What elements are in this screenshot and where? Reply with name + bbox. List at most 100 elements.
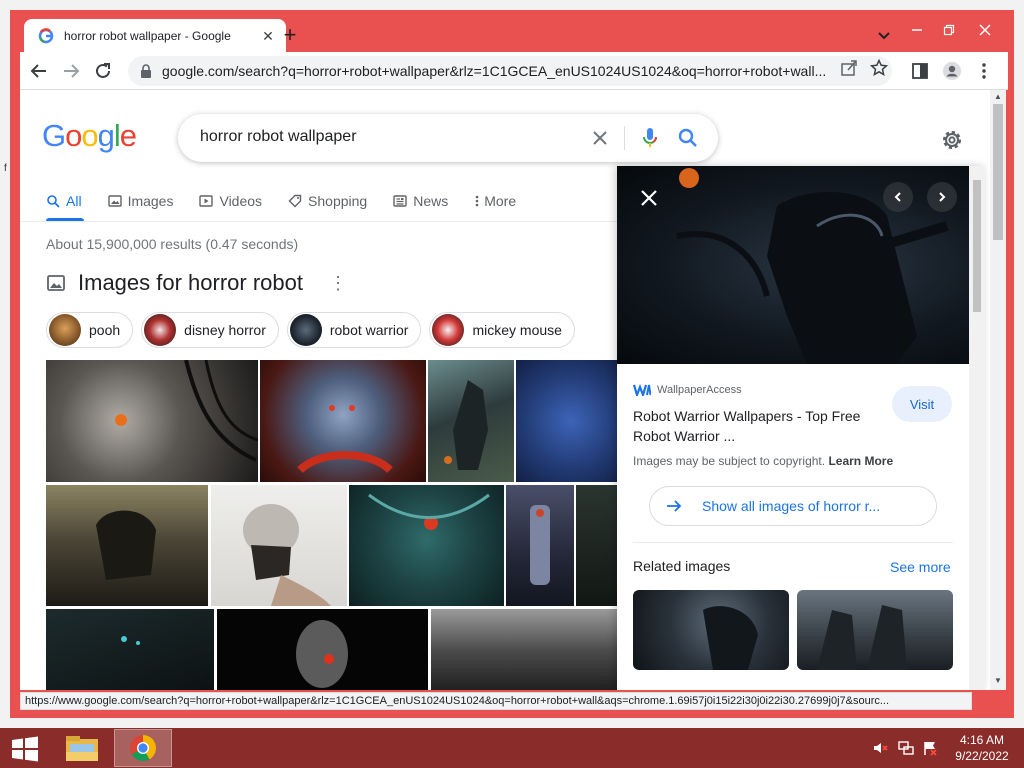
chip-disney-horror[interactable]: disney horror [141,312,279,348]
minimize-button[interactable] [902,18,932,42]
search-input[interactable]: horror robot wallpaper [200,128,357,146]
taskbar-clock[interactable]: 4:16 AM 9/22/2022 [948,732,1016,764]
tab-close-icon[interactable]: ✕ [260,28,276,45]
maximize-button[interactable] [934,18,964,42]
desktop-edge-glyph: f [4,163,7,174]
action-center-flag-icon[interactable] [922,740,938,756]
tab-images[interactable]: Images [107,190,174,212]
more-vert-icon[interactable] [974,61,994,81]
armored-robot-thumb [530,505,550,585]
tab-label: Shopping [308,193,368,209]
image-result[interactable] [217,609,428,690]
network-icon[interactable] [898,740,914,756]
related-image[interactable] [797,590,953,670]
tab-label: More [484,193,517,209]
next-image-button[interactable] [927,182,957,212]
logo-letter: o [65,118,82,153]
volume-muted-icon[interactable] [872,740,888,756]
tab-label: Images [127,193,174,209]
chrome-taskbar-button[interactable] [114,729,172,767]
copyright-text: Images may be subject to copyright. [633,454,826,468]
search-divider [624,126,625,150]
chip-thumbnail [49,314,81,346]
image-result[interactable] [428,360,514,482]
bookmark-star-icon[interactable] [870,59,888,77]
microphone-icon[interactable] [640,126,660,150]
page-scrollbar[interactable]: ▲ ▼ [990,90,1006,690]
tab-videos[interactable]: Videos [199,190,262,212]
preview-image[interactable] [617,166,969,364]
search-icon[interactable] [676,126,700,150]
reload-button[interactable] [90,58,116,84]
tab-all[interactable]: All [46,190,82,212]
cyber-machine-thumb [368,493,490,530]
panel-scrollbar[interactable] [969,166,985,690]
chip-robot-warrior[interactable]: robot warrior [286,312,422,348]
logo-letter: g [97,118,115,153]
more-dots-icon [474,194,480,208]
close-icon[interactable] [637,186,661,210]
lock-icon[interactable] [140,64,152,78]
page-scrollbar-thumb[interactable] [993,104,1003,240]
show-all-images-button[interactable]: Show all images of horror r... [649,486,937,526]
tab-shopping[interactable]: Shopping [288,190,367,212]
related-image[interactable] [633,590,789,670]
image-result[interactable] [46,485,208,606]
arrow-left-icon [30,64,46,78]
tab-label: News [413,193,449,209]
address-bar[interactable]: google.com/search?q=horror+robot+wallpap… [128,56,892,86]
close-window-button[interactable] [970,18,1000,42]
creature-thumb [121,636,140,645]
profile-avatar-icon[interactable] [942,61,962,81]
image-result[interactable] [46,360,258,482]
image-result[interactable] [349,485,504,606]
forward-button[interactable] [58,58,84,84]
search-box[interactable]: horror robot wallpaper [178,114,718,162]
show-all-label: Show all images of horror r... [702,498,881,514]
image-result[interactable] [211,485,347,606]
tab-strip: horror robot wallpaper - Google ✕ + [20,18,1008,53]
learn-more-link[interactable]: Learn More [828,454,893,468]
news-icon [393,194,407,208]
chip-label: mickey mouse [472,322,562,338]
scroll-down-arrow-icon[interactable]: ▼ [993,676,1003,686]
image-result[interactable] [260,360,426,482]
file-explorer-icon[interactable] [62,730,102,766]
google-logo[interactable]: Google [42,118,137,154]
panel-scrollbar-thumb[interactable] [973,180,981,312]
previous-image-button[interactable] [883,182,913,212]
image-result[interactable] [506,485,574,606]
image-result[interactable] [431,609,626,690]
back-button[interactable] [26,58,52,84]
chip-pooh[interactable]: pooh [46,312,134,348]
chip-thumbnail [289,314,322,346]
image-result[interactable] [516,360,626,482]
search-tabs: All Images Videos Shopping News More [46,190,542,222]
related-robots-thumb [817,605,907,670]
see-more-link[interactable]: See more [890,559,951,575]
windows-start-icon[interactable] [10,736,40,762]
new-tab-button[interactable]: + [276,22,304,50]
play-icon [199,194,214,208]
chip-mickey-mouse[interactable]: mickey mouse [429,312,575,348]
image-source[interactable]: WallpaperAccess [633,384,742,396]
browser-tab[interactable]: horror robot wallpaper - Google ✕ [24,19,286,53]
image-result[interactable] [46,609,214,690]
tab-more[interactable]: More [474,190,516,212]
chrome-icon [130,735,157,762]
visit-button[interactable]: Visit [892,386,952,422]
terminator-face-thumb [296,620,348,688]
scroll-up-arrow-icon[interactable]: ▲ [993,92,1003,102]
chevron-down-icon[interactable] [872,26,896,46]
more-vert-icon[interactable]: ⋮ [329,274,347,292]
tab-news[interactable]: News [393,190,448,212]
settings-gear-icon[interactable] [940,128,964,152]
share-icon[interactable] [840,59,858,77]
browser-toolbar: google.com/search?q=horror+robot+wallpap… [20,52,1008,90]
side-panel-icon[interactable] [910,61,930,81]
mech-warrior-thumb [444,380,488,470]
preview-title[interactable]: Robot Warrior Wallpapers - Top Free Robo… [633,406,893,446]
images-heading[interactable]: Images for horror robot [78,270,303,296]
arrow-right-icon [64,64,80,78]
clear-search-icon[interactable] [588,126,612,150]
